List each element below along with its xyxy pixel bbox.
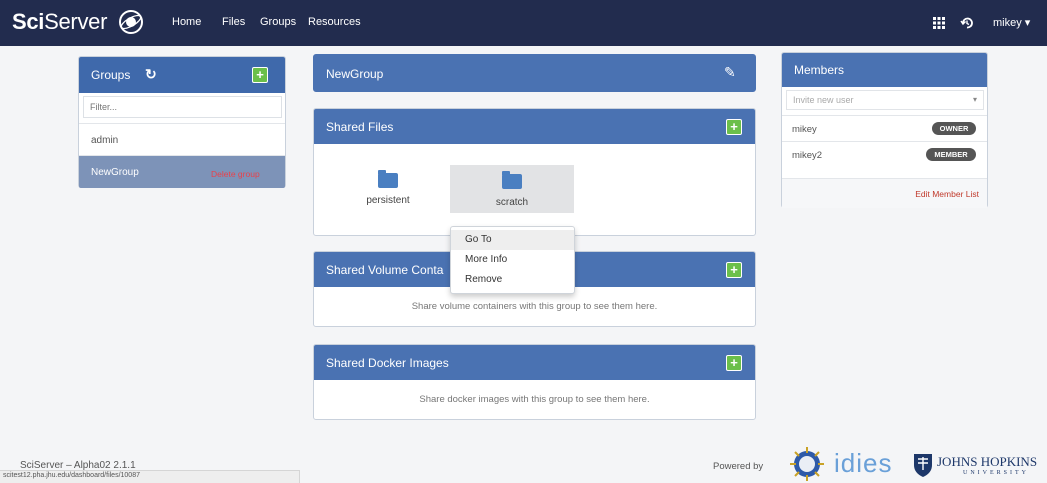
group-name: admin (91, 135, 119, 146)
folder-icon (378, 170, 398, 188)
nsf-logo-icon (790, 447, 824, 481)
folder-icon (502, 171, 522, 189)
powered-by-text: Powered by (713, 461, 764, 472)
context-menu-item-go-to[interactable]: Go To (451, 230, 574, 250)
user-name: mikey (993, 17, 1022, 29)
owner-badge: OWNER (932, 122, 976, 135)
member-row: mikey OWNER (782, 115, 987, 141)
jhu-name-line2: UNIVERSITY (963, 470, 1029, 476)
add-docker-image-button[interactable]: + (726, 355, 742, 371)
context-menu-item-more-info[interactable]: More Info (451, 250, 574, 270)
shared-docker-header: Shared Docker Images + (314, 345, 755, 380)
group-title: NewGroup (326, 67, 384, 81)
refresh-icon[interactable]: ↻ (145, 66, 157, 83)
history-icon[interactable] (960, 16, 974, 30)
nav-link-home[interactable]: Home (172, 16, 201, 28)
members-panel: Members Invite new user ▾ mikey OWNER mi… (781, 52, 988, 208)
edit-pencil-icon[interactable]: ✎ (724, 64, 736, 81)
user-menu[interactable]: mikey ▾ (993, 16, 1030, 29)
folder-item-selected[interactable]: scratch (450, 165, 574, 213)
shared-files-title: Shared Files (326, 120, 394, 134)
apps-grid-icon[interactable] (933, 17, 945, 29)
group-name: NewGroup (91, 167, 139, 178)
members-footer: Edit Member List (782, 178, 987, 208)
nav-link-resources[interactable]: Resources (308, 16, 361, 28)
invite-user-placeholder: Invite new user (793, 95, 854, 105)
folder-name: persistent (366, 195, 410, 206)
add-shared-file-button[interactable]: + (726, 119, 742, 135)
shared-volumes-empty-text: Share volume containers with this group … (411, 301, 658, 312)
sciserver-logo-icon (119, 10, 143, 34)
status-bar: scitest12.pha.jhu.edu/dashboard/files/10… (0, 470, 300, 483)
status-url: scitest12.pha.jhu.edu/dashboard/files/10… (3, 472, 140, 479)
group-list-item-selected[interactable]: NewGroup Delete group (79, 155, 285, 188)
groups-title: Groups (91, 68, 131, 82)
shared-volumes-title: Shared Volume Conta (326, 263, 444, 277)
brand-bold: Sci (12, 9, 45, 34)
nav-link-files[interactable]: Files (222, 16, 245, 28)
group-list-item[interactable]: admin (79, 123, 285, 155)
shared-files-panel: Shared Files + persistent scratch (313, 108, 756, 236)
folder-item[interactable]: persistent (344, 163, 432, 213)
caret-down-icon: ▾ (1024, 17, 1031, 29)
nav-link-groups[interactable]: Groups (260, 16, 296, 28)
members-header: Members (782, 53, 987, 87)
shared-files-header: Shared Files + (314, 109, 755, 144)
jhu-shield-icon (914, 454, 932, 477)
groups-panel-header: Groups ↻ + (79, 57, 285, 93)
invite-user-select[interactable]: Invite new user ▾ (786, 90, 984, 110)
edit-member-list-link[interactable]: Edit Member List (915, 189, 979, 199)
member-badge: MEMBER (926, 148, 976, 161)
context-menu-item-remove[interactable]: Remove (451, 270, 574, 290)
brand-logo-text[interactable]: SciServer (12, 9, 107, 35)
member-name: mikey2 (792, 150, 823, 161)
groups-panel: Groups ↻ + admin NewGroup Delete group (78, 56, 286, 188)
members-title: Members (794, 63, 845, 77)
add-shared-volume-button[interactable]: + (726, 262, 742, 278)
shared-docker-empty-text: Share docker images with this group to s… (419, 394, 650, 405)
group-filter-input[interactable] (83, 96, 282, 118)
jhu-name-line1: JOHNS HOPKINS (937, 454, 1038, 469)
idies-logo: idies (834, 448, 893, 478)
folder-context-menu: Go To More Info Remove (450, 226, 575, 294)
folder-name: scratch (495, 197, 529, 208)
member-row: mikey2 MEMBER (782, 141, 987, 167)
member-name: mikey (792, 124, 817, 135)
dropdown-caret-icon: ▾ (972, 95, 977, 104)
delete-group-link[interactable]: Delete group (211, 169, 260, 179)
shared-docker-panel: Shared Docker Images + Share docker imag… (313, 344, 756, 420)
shared-docker-title: Shared Docker Images (326, 356, 449, 370)
brand-rest: Server (44, 9, 108, 34)
add-group-button[interactable]: + (252, 67, 268, 83)
group-title-bar: NewGroup ✎ (313, 54, 756, 92)
top-navbar: SciServer Home Files Groups Resources mi… (0, 0, 1047, 46)
